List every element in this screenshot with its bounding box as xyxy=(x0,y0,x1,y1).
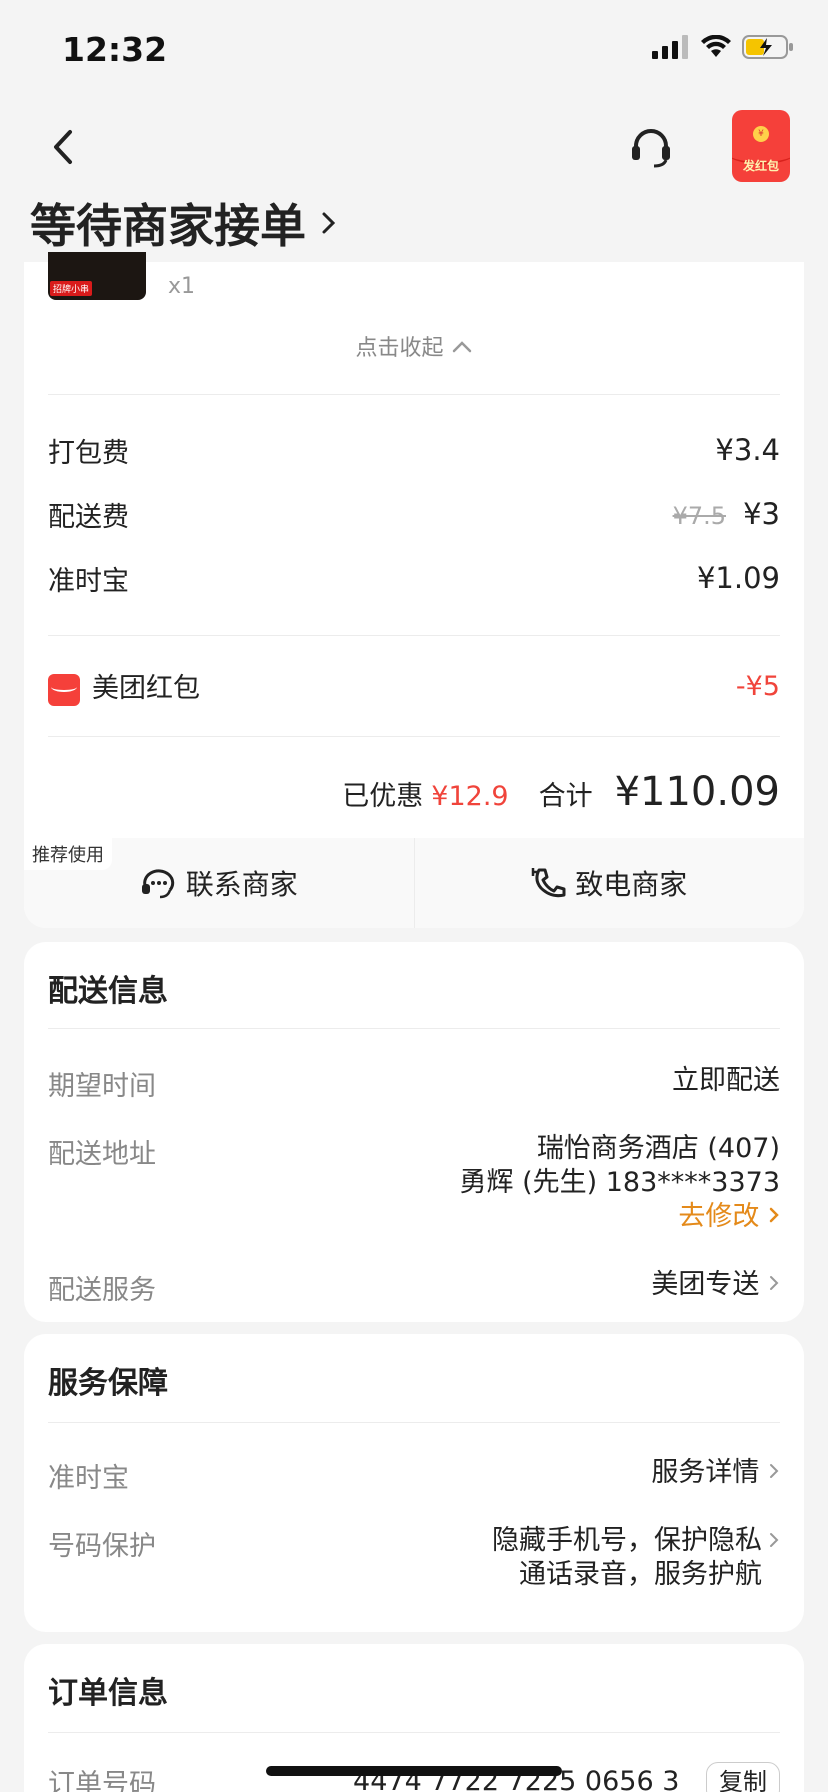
ontime-row[interactable]: 准时宝 服务详情 xyxy=(48,1456,780,1495)
chevron-right-icon xyxy=(770,1533,779,1547)
recipient-line: 勇辉 (先生) 183****3373 xyxy=(459,1167,780,1198)
fee-label: 打包费 xyxy=(48,437,129,469)
order-status-title[interactable]: 等待商家接单 xyxy=(30,190,338,256)
info-label: 期望时间 xyxy=(48,1071,156,1102)
info-label: 准时宝 xyxy=(48,1463,129,1494)
delivery-info-card: 配送信息 期望时间 立即配送 配送地址 瑞怡商务酒店 (407) 勇辉 (先生)… xyxy=(24,942,804,1322)
redpacket-icon xyxy=(48,673,80,706)
divider xyxy=(48,1422,780,1423)
discount-label: 美团红包 xyxy=(92,673,200,705)
total-value: ¥110.09 xyxy=(614,769,780,815)
copy-button[interactable]: 复制 xyxy=(706,1762,780,1792)
total-label: 合计 xyxy=(538,781,593,812)
order-status-text: 等待商家接单 xyxy=(30,199,306,253)
fee-row-ontime: 准时宝 ¥1.09 xyxy=(48,558,780,598)
info-value: 美团专送 xyxy=(651,1268,780,1307)
chevron-right-icon xyxy=(770,1464,779,1478)
divider xyxy=(48,635,780,636)
info-label: 号码保护 xyxy=(48,1531,156,1562)
divider xyxy=(48,736,780,737)
status-time: 12:32 xyxy=(62,30,168,69)
fee-label: 配送费 xyxy=(48,501,129,533)
order-summary-card: 招牌小串 x1 点击收起 打包费 ¥3.4 配送费 ¥7.5 ¥3 准时宝 ¥1… xyxy=(24,252,804,928)
food-quantity: x1 xyxy=(168,274,196,299)
address-row: 配送地址 瑞怡商务酒店 (407) 勇辉 (先生) 183****3373 去修… xyxy=(48,1132,780,1234)
privacy-value: 隐藏手机号，保护隐私 通话录音，服务护航 xyxy=(492,1524,762,1592)
fee-row-packing: 打包费 ¥3.4 xyxy=(48,430,780,470)
redpacket-label: 发红包 xyxy=(742,159,779,173)
send-redpacket-button[interactable]: ¥ 发红包 xyxy=(732,110,790,182)
saved-value: ¥12.9 xyxy=(431,781,509,812)
fee-row-delivery: 配送费 ¥7.5 ¥3 xyxy=(48,494,780,534)
collapse-label: 点击收起 xyxy=(355,336,444,361)
fee-value: ¥3.4 xyxy=(715,433,780,467)
food-image-tag: 招牌小串 xyxy=(50,281,93,296)
coin-icon: ¥ xyxy=(753,126,769,142)
cellular-signal-icon xyxy=(652,35,688,59)
chevron-left-icon xyxy=(54,130,72,164)
recommend-tag: 推荐使用 xyxy=(24,838,112,870)
battery-icon xyxy=(742,35,793,59)
headset-icon xyxy=(632,129,670,168)
info-value: 立即配送 xyxy=(672,1065,780,1096)
privacy-line: 通话录音，服务护航 xyxy=(519,1559,762,1590)
section-title: 服务保障 xyxy=(48,1366,168,1401)
ontime-detail-link: 服务详情 xyxy=(651,1457,760,1488)
modify-address-link[interactable]: 去修改 xyxy=(460,1200,780,1234)
contact-bar: 推荐使用 联系商家 致电商家 xyxy=(24,838,804,928)
delivery-service-value: 美团专送 xyxy=(651,1269,760,1300)
back-button[interactable] xyxy=(44,122,84,172)
section-title: 订单信息 xyxy=(48,1676,168,1711)
discount-value: -¥5 xyxy=(735,670,780,702)
status-bar: 12:32 xyxy=(0,0,828,100)
fee-label: 准时宝 xyxy=(48,565,129,597)
modify-address-label: 去修改 xyxy=(678,1201,760,1232)
divider xyxy=(48,1732,780,1733)
call-merchant-button[interactable]: 致电商家 xyxy=(413,838,805,928)
chevron-up-icon xyxy=(452,341,471,353)
chevron-right-icon xyxy=(322,212,336,234)
chat-icon xyxy=(141,869,174,899)
info-label: 订单号码 xyxy=(48,1769,156,1792)
delivery-service-row[interactable]: 配送服务 美团专送 xyxy=(48,1268,780,1307)
home-indicator xyxy=(266,1766,562,1776)
address-line: 瑞怡商务酒店 (407) xyxy=(536,1133,780,1164)
divider xyxy=(48,1028,780,1029)
call-merchant-label: 致电商家 xyxy=(575,868,688,901)
chevron-right-icon xyxy=(769,1207,779,1223)
info-label: 配送地址 xyxy=(48,1139,156,1170)
section-title: 配送信息 xyxy=(48,974,168,1009)
service-guarantee-card: 服务保障 准时宝 服务详情 号码保护 隐藏手机号，保护隐私 通话录音，服务护航 xyxy=(24,1334,804,1632)
expected-time-row: 期望时间 立即配送 xyxy=(48,1064,780,1103)
food-image: 招牌小串 xyxy=(48,252,146,300)
privacy-row[interactable]: 号码保护 隐藏手机号，保护隐私 通话录音，服务护航 xyxy=(48,1524,780,1592)
status-icons xyxy=(652,34,794,60)
wifi-icon xyxy=(701,35,731,57)
info-label: 配送服务 xyxy=(48,1275,156,1306)
address-value: 瑞怡商务酒店 (407) 勇辉 (先生) 183****3373 去修改 xyxy=(460,1132,780,1234)
discount-row: 美团红包 -¥5 xyxy=(48,666,780,706)
divider xyxy=(48,394,780,395)
fee-original-price: ¥7.5 xyxy=(672,502,726,530)
fee-value: ¥1.09 xyxy=(696,561,780,595)
customer-service-button[interactable] xyxy=(626,122,676,172)
privacy-line: 隐藏手机号，保护隐私 xyxy=(492,1525,762,1556)
phone-icon xyxy=(531,868,566,898)
collapse-link[interactable]: 点击收起 xyxy=(24,330,804,362)
chevron-right-icon xyxy=(770,1276,779,1290)
contact-merchant-label: 联系商家 xyxy=(185,868,298,901)
fee-value: ¥3 xyxy=(743,497,780,531)
total-row: 已优惠 ¥12.9 合计 ¥110.09 xyxy=(342,769,780,815)
saved-label: 已优惠 xyxy=(342,781,424,812)
